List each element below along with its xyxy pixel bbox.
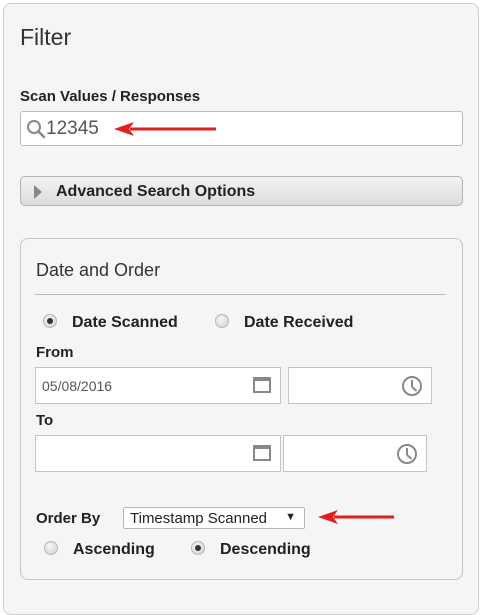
- arrow-annotation-search: [114, 122, 216, 136]
- date-order-title: Date and Order: [36, 260, 161, 280]
- radio-date-scanned-label[interactable]: Date Scanned: [72, 314, 178, 332]
- from-time-input[interactable]: [288, 367, 432, 404]
- filter-title: Filter: [20, 24, 72, 50]
- order-by-value: Timestamp Scanned: [130, 510, 268, 527]
- from-date-input[interactable]: 05/08/2016: [35, 367, 281, 404]
- chevron-right-icon: [34, 185, 42, 199]
- radio-descending[interactable]: [191, 541, 205, 555]
- scan-values-label: Scan Values / Responses: [20, 88, 201, 105]
- from-date-value: 05/08/2016: [42, 378, 113, 394]
- advanced-search-options-toggle[interactable]: Advanced Search Options: [20, 176, 463, 206]
- order-by-select[interactable]: Timestamp Scanned ▼: [123, 507, 305, 529]
- radio-ascending-label[interactable]: Ascending: [73, 541, 155, 559]
- dropdown-caret-icon: ▼: [285, 511, 296, 523]
- arrow-annotation-order-by: [318, 510, 394, 524]
- radio-descending-label[interactable]: Descending: [220, 541, 311, 559]
- radio-ascending[interactable]: [44, 541, 58, 555]
- radio-date-received[interactable]: [215, 314, 229, 328]
- to-label: To: [36, 412, 54, 429]
- calendar-icon[interactable]: [253, 377, 271, 393]
- calendar-icon[interactable]: [253, 445, 271, 461]
- radio-date-received-label[interactable]: Date Received: [244, 314, 353, 332]
- from-label: From: [36, 344, 74, 361]
- clock-icon[interactable]: [397, 444, 417, 464]
- clock-icon[interactable]: [402, 376, 422, 396]
- section-divider: [35, 294, 446, 295]
- search-icon: [27, 120, 46, 139]
- scan-values-search-input[interactable]: 12345: [20, 111, 463, 146]
- to-date-input[interactable]: [35, 435, 281, 472]
- advanced-search-label: Advanced Search Options: [56, 183, 256, 200]
- to-time-input[interactable]: [283, 435, 427, 472]
- search-input-value: 12345: [46, 118, 99, 139]
- order-by-label: Order By: [36, 510, 101, 527]
- radio-date-scanned[interactable]: [43, 314, 57, 328]
